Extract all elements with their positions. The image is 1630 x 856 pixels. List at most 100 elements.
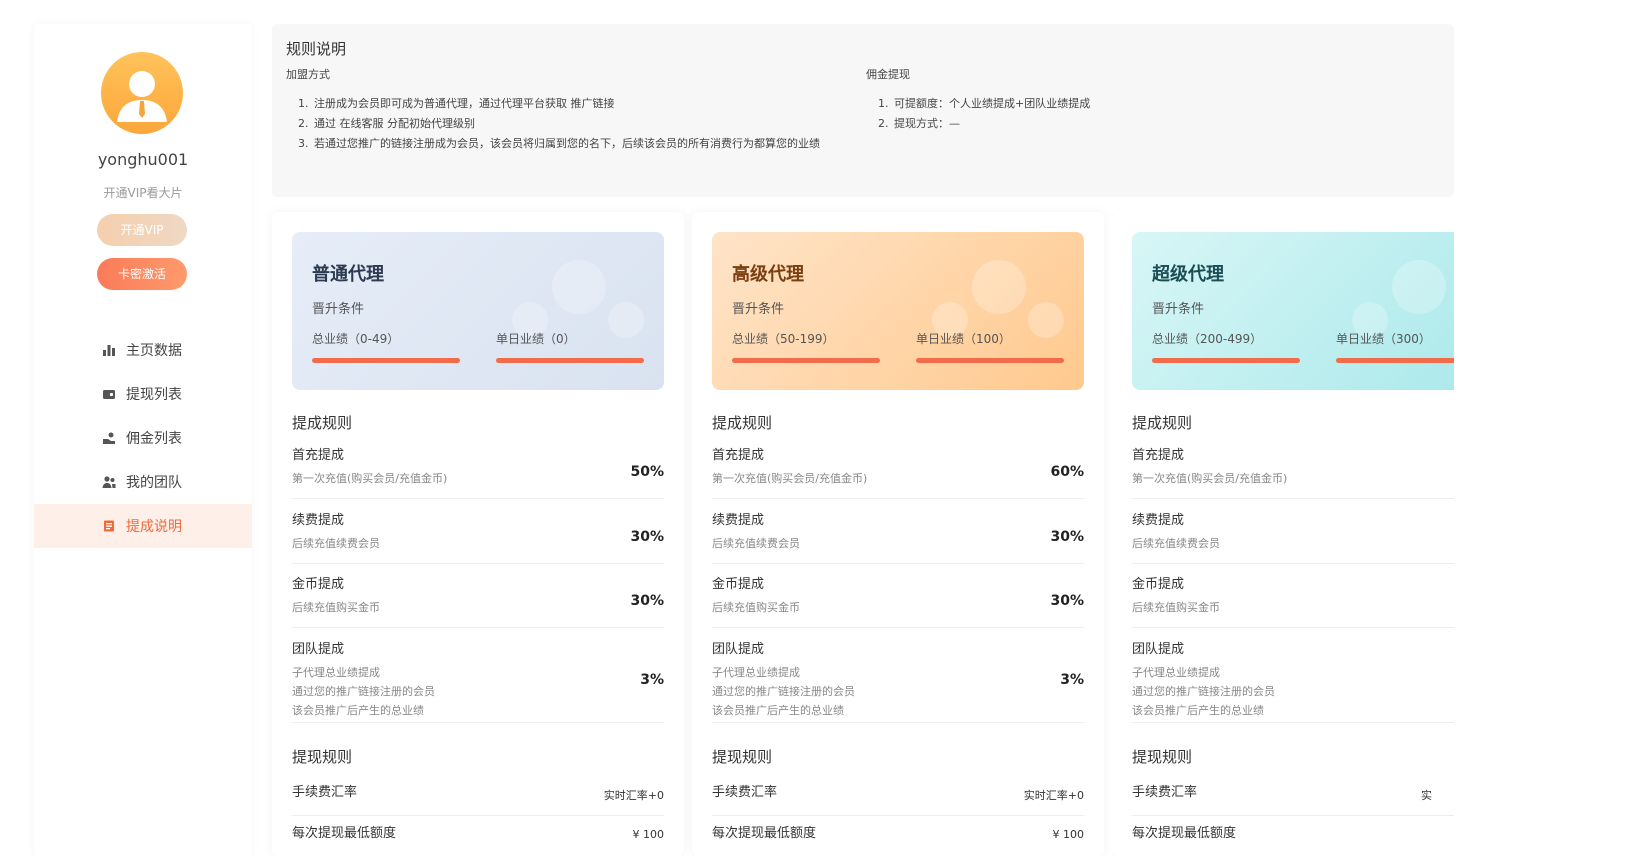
rule-title: 每次提现最低额度 xyxy=(292,826,397,841)
rule-title: 手续费汇率 xyxy=(1132,785,1198,800)
wallet-icon xyxy=(102,387,116,401)
rule-desc: 通过您的推广链接注册的会员 xyxy=(292,685,435,698)
rule-desc: 后续充值续费会员 xyxy=(1132,537,1220,550)
total-progress-bar xyxy=(1152,358,1300,363)
level-banner: 普通代理 晋升条件 总业绩（0-49） 单日业绩（0） xyxy=(292,232,664,390)
join-section: 加盟方式 注册成为会员即可成为普通代理，通过代理平台获取 推广链接 通过 在线客… xyxy=(286,66,826,154)
decor-circle xyxy=(1392,260,1446,314)
rules-title: 规则说明 xyxy=(286,40,347,58)
join-rule-item: 注册成为会员即可成为普通代理，通过代理平台获取 推广链接 xyxy=(312,94,826,114)
sidebar-item-withdraw-list[interactable]: 提现列表 xyxy=(34,372,252,416)
join-heading: 加盟方式 xyxy=(286,68,330,81)
rule-desc: 通过您的推广链接注册的会员 xyxy=(1132,685,1275,698)
rule-row-team: 团队提成 子代理总业绩提成 通过您的推广链接注册的会员 该会员推广后产生的总业绩 xyxy=(1132,638,1454,723)
withdraw-rules-title: 提现规则 xyxy=(712,748,773,766)
rule-value: 实 xyxy=(1421,789,1432,802)
rule-desc: 通过您的推广链接注册的会员 xyxy=(712,685,855,698)
rule-title: 金币提成 xyxy=(292,577,345,592)
rule-desc: 第一次充值(购买会员/充值金币) xyxy=(292,472,448,485)
rule-value: 3% xyxy=(1060,672,1084,688)
rule-title: 续费提成 xyxy=(712,513,765,528)
commission-rules-title: 提成规则 xyxy=(292,414,353,432)
sidebar-item-label: 佣金列表 xyxy=(126,431,182,447)
rule-title: 首充提成 xyxy=(712,448,765,463)
rule-value: 50% xyxy=(630,464,664,480)
level-title: 普通代理 xyxy=(312,264,384,285)
card-activate-button[interactable]: 卡密激活 xyxy=(97,258,187,290)
total-performance: 总业绩（200-499） xyxy=(1152,332,1263,346)
rule-desc: 后续充值购买金币 xyxy=(712,601,800,614)
level-banner: 超级代理 晋升条件 总业绩（200-499） 单日业绩（300） xyxy=(1132,232,1454,390)
rule-value: ¥ 100 xyxy=(632,828,665,841)
total-progress-bar xyxy=(732,358,880,363)
promotion-condition-label: 晋升条件 xyxy=(732,302,785,317)
withdraw-rule-item: 提现方式：— xyxy=(892,114,1406,134)
rule-desc: 子代理总业绩提成 xyxy=(292,666,380,679)
daily-progress-bar xyxy=(916,358,1064,363)
rule-value: 30% xyxy=(630,593,664,609)
promotion-condition-label: 晋升条件 xyxy=(1152,302,1205,317)
agent-card-super: 超级代理 晋升条件 总业绩（200-499） 单日业绩（300） 提成规则 首充… xyxy=(1112,212,1454,856)
sidebar-item-label: 提成说明 xyxy=(126,519,182,535)
card-clip: 超级代理 晋升条件 总业绩（200-499） 单日业绩（300） 提成规则 首充… xyxy=(1112,212,1454,856)
rule-title: 金币提成 xyxy=(712,577,765,592)
hand-coin-icon xyxy=(102,431,116,445)
rule-desc: 子代理总业绩提成 xyxy=(712,666,800,679)
daily-progress-bar xyxy=(1336,358,1454,363)
rule-desc: 子代理总业绩提成 xyxy=(1132,666,1220,679)
join-rule-item: 若通过您推广的链接注册成为会员，该会员将归属到您的名下，后续该会员的所有消费行为… xyxy=(312,134,826,154)
rule-row-renew: 续费提成 后续充值续费会员 30% xyxy=(712,509,1084,564)
rule-title: 首充提成 xyxy=(1132,448,1185,463)
total-progress-bar xyxy=(312,358,460,363)
decor-circle xyxy=(608,302,644,338)
rule-desc: 第一次充值(购买会员/充值金币) xyxy=(1132,472,1288,485)
rule-title: 首充提成 xyxy=(292,448,345,463)
rule-value: ¥ 100 xyxy=(1052,828,1085,841)
sidebar-item-label: 我的团队 xyxy=(126,475,182,491)
document-icon xyxy=(102,519,116,533)
total-performance: 总业绩（0-49） xyxy=(312,332,400,346)
open-vip-button[interactable]: 开通VIP xyxy=(97,214,187,246)
rule-row-min-withdraw: 每次提现最低额度 ¥ 100 xyxy=(292,822,664,856)
rule-row-renew: 续费提成 后续充值续费会员 xyxy=(1132,509,1454,564)
rule-row-first-charge: 首充提成 第一次充值(购买会员/充值金币) 60% xyxy=(712,444,1084,499)
rule-row-fee: 手续费汇率 实 xyxy=(1132,781,1454,816)
username: yonghu001 xyxy=(97,150,189,169)
rule-title: 团队提成 xyxy=(1132,642,1185,657)
rule-row-fee: 手续费汇率 实时汇率+0 xyxy=(712,781,1084,816)
withdraw-rule-item: 可提额度：个人业绩提成+团队业绩提成 xyxy=(892,94,1406,114)
rule-desc: 后续充值续费会员 xyxy=(292,537,380,550)
rule-value: 30% xyxy=(1050,593,1084,609)
commission-rules-title: 提成规则 xyxy=(1132,414,1193,432)
decor-circle xyxy=(972,260,1026,314)
rule-desc: 后续充值购买金币 xyxy=(1132,601,1220,614)
rule-row-first-charge: 首充提成 第一次充值(购买会员/充值金币) 50% xyxy=(292,444,664,499)
vip-tip: 开通VIP看大片 xyxy=(103,186,183,200)
agent-card-senior: 高级代理 晋升条件 总业绩（50-199） 单日业绩（100） 提成规则 首充提… xyxy=(692,212,1104,856)
daily-progress-bar xyxy=(496,358,644,363)
rule-title: 续费提成 xyxy=(292,513,345,528)
withdraw-rules-title: 提现规则 xyxy=(1132,748,1193,766)
rule-value: 60% xyxy=(1050,464,1084,480)
withdraw-rules-title: 提现规则 xyxy=(292,748,353,766)
sidebar-item-my-team[interactable]: 我的团队 xyxy=(34,460,252,504)
sidebar-item-commission-list[interactable]: 佣金列表 xyxy=(34,416,252,460)
rule-row-fee: 手续费汇率 实时汇率+0 xyxy=(292,781,664,816)
rule-value: 实时汇率+0 xyxy=(603,789,664,802)
daily-performance: 单日业绩（300） xyxy=(1336,332,1431,346)
sidebar-item-commission-info[interactable]: 提成说明 xyxy=(34,504,252,548)
rule-title: 手续费汇率 xyxy=(292,785,358,800)
level-title: 高级代理 xyxy=(732,264,804,285)
rule-desc: 后续充值续费会员 xyxy=(712,537,800,550)
join-rule-item: 通过 在线客服 分配初始代理级别 xyxy=(312,114,826,134)
rule-row-team: 团队提成 子代理总业绩提成 通过您的推广链接注册的会员 该会员推广后产生的总业绩… xyxy=(292,638,664,723)
sidebar-item-home-data[interactable]: 主页数据 xyxy=(34,328,252,372)
total-performance: 总业绩（50-199） xyxy=(732,332,835,346)
rule-value: 实时汇率+0 xyxy=(1023,789,1084,802)
daily-performance: 单日业绩（100） xyxy=(916,332,1011,346)
rule-row-min-withdraw: 每次提现最低额度 xyxy=(1132,822,1454,856)
avatar[interactable] xyxy=(101,52,183,134)
user-silhouette-icon xyxy=(117,71,167,122)
rule-title: 手续费汇率 xyxy=(712,785,778,800)
rule-row-min-withdraw: 每次提现最低额度 ¥ 100 xyxy=(712,822,1084,856)
